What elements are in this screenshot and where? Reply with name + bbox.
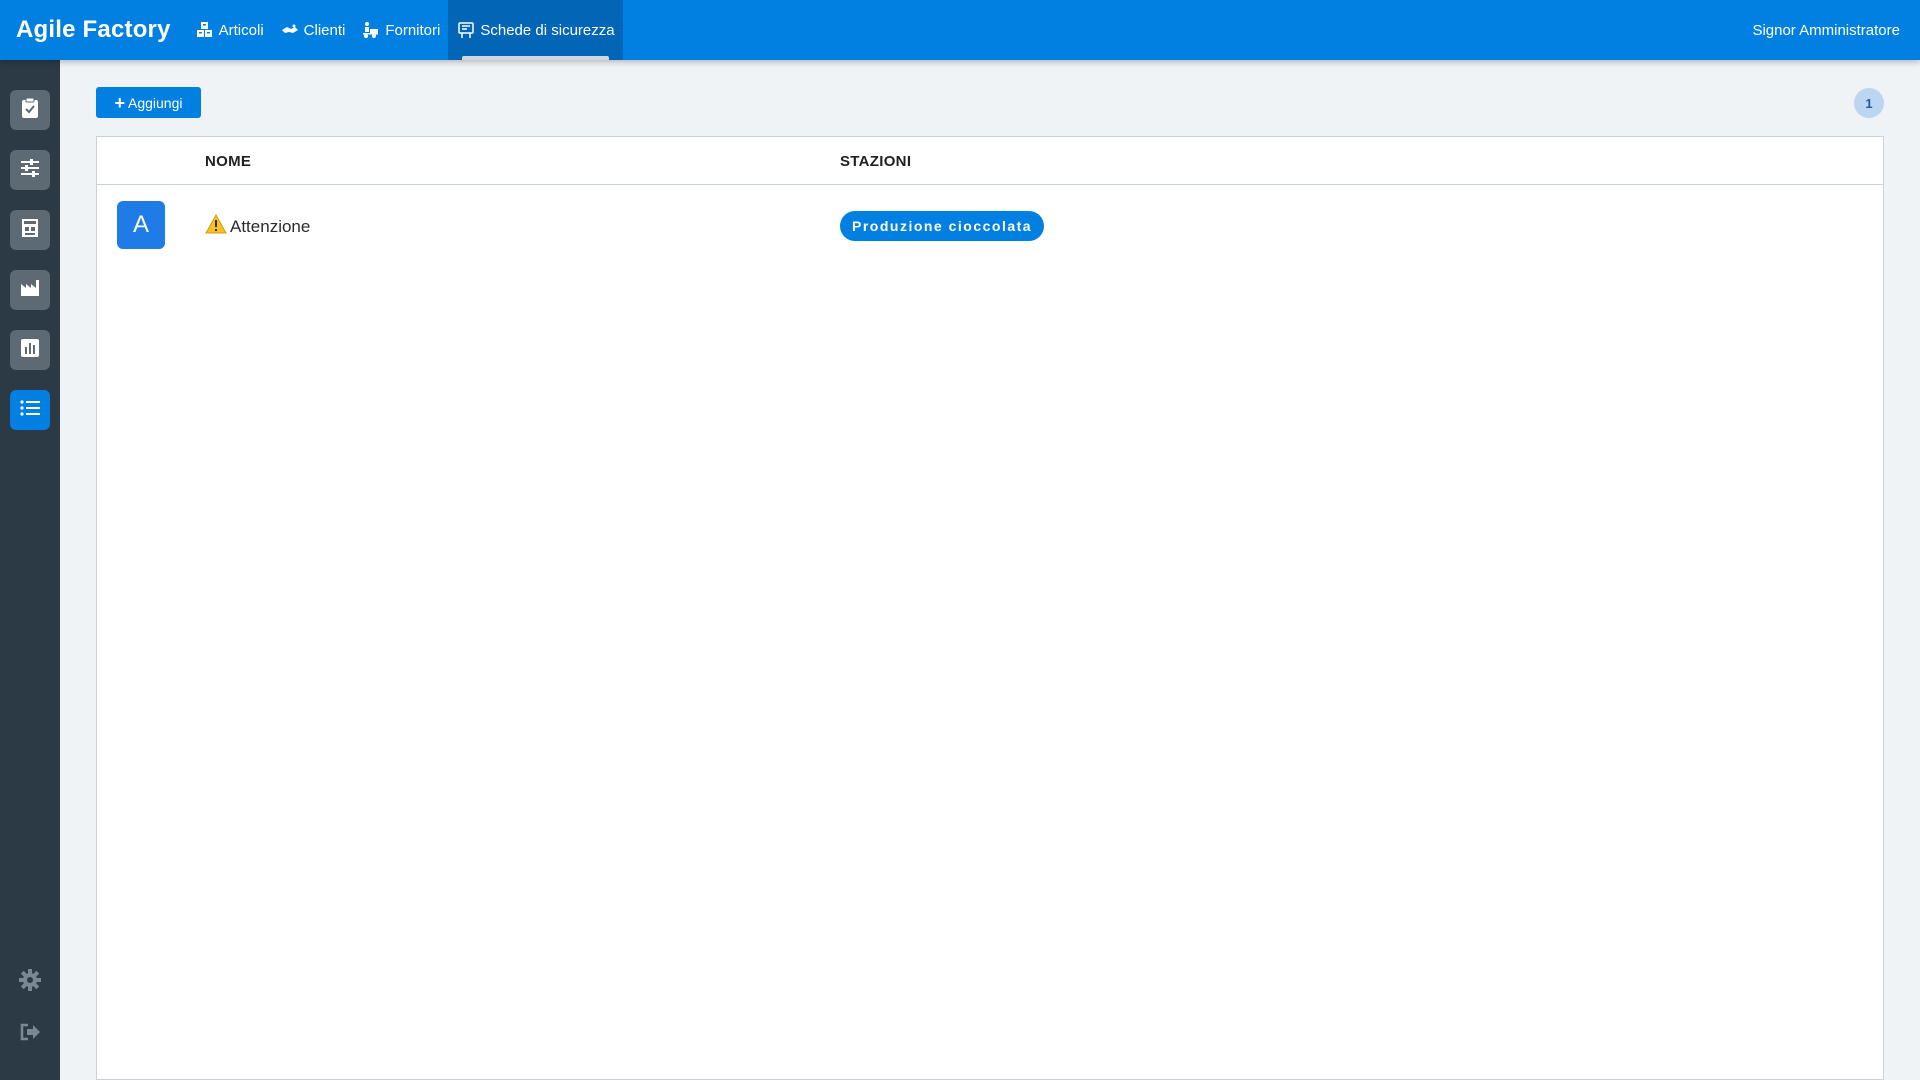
avatar: A (117, 201, 165, 249)
gear-icon (18, 968, 42, 997)
row-name: Attenzione (205, 213, 311, 239)
table-header: NOME STAZIONI (97, 137, 1883, 185)
table-row[interactable]: A Attenzione Produzione cioccolata (97, 185, 1883, 265)
warehouse-icon (20, 217, 40, 244)
add-button-label: Aggiungi (128, 94, 183, 111)
column-header-stazioni[interactable]: STAZIONI (840, 153, 911, 170)
logout-button[interactable] (14, 1018, 46, 1050)
nav-item-fornitori[interactable]: Fornitori (353, 0, 448, 60)
sidebar-item-list[interactable] (10, 390, 50, 430)
safety-sheet-icon (456, 20, 476, 40)
nav-item-label: Articoli (218, 21, 264, 39)
forklift-icon (361, 20, 381, 40)
nav-item-schede-di-sicurezza[interactable]: Schede di sicurezza (448, 0, 623, 60)
sidebar-item-tasks[interactable] (10, 90, 50, 130)
sliders-icon (19, 157, 41, 184)
boxes-icon (195, 20, 215, 40)
sidebar-item-reports[interactable] (10, 330, 50, 370)
logout-icon (19, 1022, 41, 1047)
row-name-text: Attenzione (230, 216, 311, 236)
safety-sheets-table: NOME STAZIONI A Attenzione Produzione ci… (96, 136, 1884, 1080)
factory-icon (19, 278, 41, 303)
user-menu[interactable]: Signor Amministratore (1752, 22, 1900, 39)
nav-item-label: Schede di sicurezza (480, 21, 615, 39)
app-title[interactable]: Agile Factory (16, 16, 171, 44)
nav-item-clienti[interactable]: Clienti (272, 0, 354, 60)
list-icon (19, 399, 41, 422)
nav-item-articoli[interactable]: Articoli (187, 0, 272, 60)
clipboard-check-icon (20, 97, 40, 124)
add-button[interactable]: + Aggiungi (96, 87, 201, 118)
sidebar-item-production[interactable] (10, 270, 50, 310)
bar-chart-icon (20, 338, 40, 363)
warning-icon (205, 213, 230, 239)
column-header-nome[interactable]: NOME (205, 153, 251, 170)
sidebar-item-settings-sliders[interactable] (10, 150, 50, 190)
station-tag[interactable]: Produzione cioccolata (840, 211, 1045, 241)
settings-button[interactable] (14, 966, 46, 998)
plus-icon: + (114, 92, 125, 113)
top-bar: Agile Factory Articoli Clienti Fornitori… (0, 0, 1920, 60)
sidebar-item-warehouse[interactable] (10, 210, 50, 250)
count-badge: 1 (1854, 88, 1884, 118)
main-nav: Articoli Clienti Fornitori Schede di sic… (187, 0, 623, 60)
sidebar (0, 60, 60, 1080)
handshake-icon (280, 20, 300, 40)
nav-item-label: Fornitori (385, 21, 441, 39)
nav-item-label: Clienti (303, 21, 346, 39)
